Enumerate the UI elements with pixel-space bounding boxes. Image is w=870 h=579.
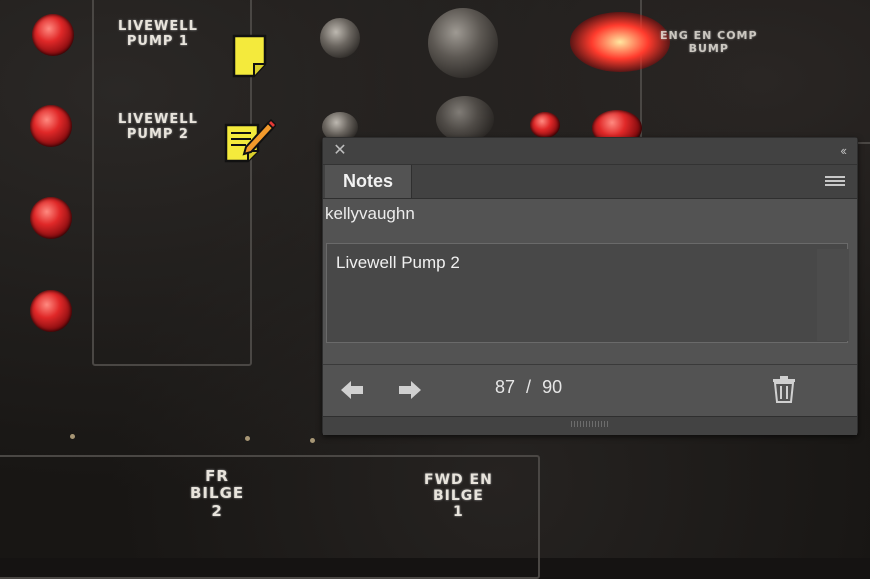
label-line: BUMP <box>688 41 729 55</box>
label-line: LIVEWELL <box>118 19 198 34</box>
panel-titlebar[interactable]: ✕ ‹‹ <box>323 138 857 165</box>
close-icon[interactable]: ✕ <box>333 143 347 159</box>
label-line: PUMP 2 <box>126 126 189 142</box>
label-fwd-bilge: FWD EN BILGE 1 <box>424 472 493 520</box>
label-line: BILGE <box>432 488 484 505</box>
rotary-knob <box>428 8 498 78</box>
label-line: PUMP 1 <box>126 33 189 49</box>
trash-icon[interactable] <box>771 375 797 403</box>
lit-indicator-lamp <box>570 12 670 72</box>
arrow-left-icon[interactable] <box>339 379 365 401</box>
panel-menu-icon[interactable] <box>825 176 845 188</box>
note-editing-icon[interactable] <box>224 117 278 168</box>
red-indicator-lamp <box>30 290 72 332</box>
red-indicator-lamp <box>530 112 560 138</box>
rotary-knob <box>436 96 494 142</box>
panel-resize-bar[interactable] <box>323 416 857 435</box>
current-note-number: 87 <box>495 377 516 397</box>
red-indicator-lamp <box>32 14 74 56</box>
panel-screw <box>70 434 75 439</box>
panel-screw <box>245 436 250 441</box>
label-eng-bilge: ENG EN COMP BUMP <box>660 29 758 55</box>
label-line: BILGE <box>190 484 245 503</box>
label-livewell-pump-2: LIVEWELL PUMP 2 <box>118 112 198 143</box>
label-line: FWD EN <box>424 472 493 488</box>
notes-panel: ✕ ‹‹ Notes kellyvaughn Livewell Pump 2 8… <box>322 137 858 435</box>
label-line: FR <box>205 467 229 485</box>
label-line: 1 <box>453 504 464 521</box>
note-scrollbar[interactable] <box>817 249 849 341</box>
resize-grip-icon[interactable] <box>571 421 609 427</box>
panel-screw <box>310 438 315 443</box>
arrow-right-icon[interactable] <box>397 379 423 401</box>
panel-frame-left <box>92 0 252 366</box>
note-text-field[interactable]: Livewell Pump 2 <box>326 243 848 343</box>
tab-notes[interactable]: Notes <box>325 165 412 198</box>
note-author: kellyvaughn <box>325 204 415 223</box>
red-indicator-lamp <box>30 197 72 239</box>
note-page-counter: 87 / 90 <box>495 377 562 398</box>
panel-frame-right <box>640 0 870 144</box>
label-line: ENG EN COMP <box>660 29 758 42</box>
label-line: LIVEWELL <box>118 112 198 127</box>
panel-footer: 87 / 90 <box>323 365 857 415</box>
collapse-panel-button[interactable]: ‹‹ <box>840 143 847 158</box>
counter-separator: / <box>526 377 532 397</box>
red-indicator-lamp <box>30 105 72 147</box>
label-line: 2 <box>211 501 223 520</box>
toggle-switch <box>320 18 360 58</box>
label-fr-bilge: FR BILGE 2 <box>190 467 245 520</box>
total-notes-number: 90 <box>542 377 563 397</box>
label-livewell-pump-1: LIVEWELL PUMP 1 <box>118 19 198 50</box>
sticky-note-icon[interactable] <box>232 34 268 83</box>
panel-tabbar: Notes <box>323 165 857 199</box>
